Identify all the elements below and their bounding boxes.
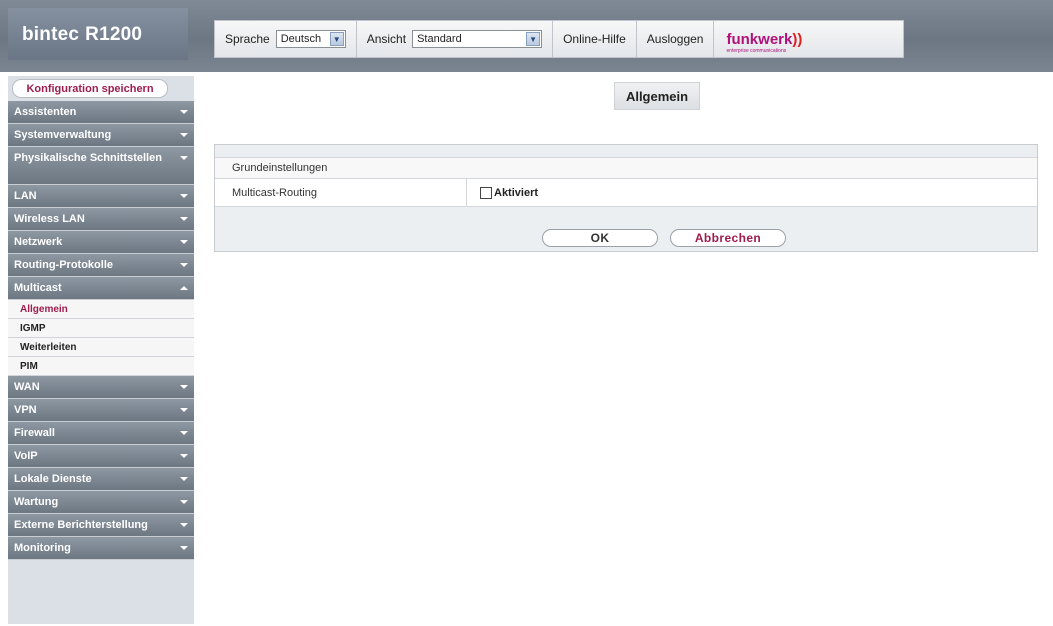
form-row-multicast-routing: Multicast-Routing Aktiviert [215,179,1037,207]
chevron-down-icon [180,194,188,198]
sidebar-item-netzwerk[interactable]: Netzwerk [8,231,194,254]
sidebar-item-systemverwaltung[interactable]: Systemverwaltung [8,124,194,147]
signal-waves-icon: )) [792,30,803,48]
chevron-down-icon [180,217,188,221]
chevron-down-icon [180,133,188,137]
chevron-down-icon [180,454,188,458]
sidebar-item-label: Systemverwaltung [14,129,112,141]
sidebar-item-label: Wireless LAN [14,213,85,225]
sidebar-item-monitoring[interactable]: Monitoring [8,537,194,560]
chevron-down-icon [180,263,188,267]
sidebar-item-label: Firewall [14,427,55,439]
language-label: Sprache [225,32,270,46]
sidebar-subitem-pim[interactable]: PIM [8,357,194,376]
sidebar-item-physikalische-schnittstellen[interactable]: Physikalische Schnittstellen [8,147,194,185]
chevron-down-icon [180,431,188,435]
view-select-value: Standard [417,33,462,45]
chevron-down-icon: ▼ [526,32,541,46]
sidebar-item-assistenten[interactable]: Assistenten [8,101,194,124]
chevron-down-icon [180,477,188,481]
form-button-row: OK Abbrechen [215,225,1037,251]
chevron-down-icon [180,546,188,550]
sidebar-item-label: Physikalische Schnittstellen [14,152,162,164]
sidebar-item-voip[interactable]: VoIP [8,445,194,468]
brand-name: bintec [22,24,80,45]
brand-area: bintec R1200 [8,8,188,60]
sidebar-item-label: Monitoring [14,542,71,554]
chevron-down-icon [180,523,188,527]
header: bintec R1200 Sprache Deutsch ▼ Ansicht St… [0,0,1053,72]
view-label: Ansicht [366,32,407,46]
sidebar-item-label: LAN [14,190,37,202]
sidebar-item-label: Assistenten [14,106,77,118]
sidebar-item-label: Lokale Dienste [14,473,92,485]
online-help-link[interactable]: Online-Hilfe [553,32,636,46]
chevron-down-icon: ▼ [329,32,344,46]
chevron-down-icon [180,110,188,114]
sidebar-item-vpn[interactable]: VPN [8,399,194,422]
cancel-button[interactable]: Abbrechen [670,229,786,247]
brand-title: bintec R1200 [22,24,142,46]
field-label: Multicast-Routing [232,186,317,199]
sidebar-item-label: VPN [14,404,37,416]
sidebar-item-wan[interactable]: WAN [8,376,194,399]
chevron-down-icon [180,156,188,160]
save-configuration-button[interactable]: Konfiguration speichern [12,79,168,98]
sidebar: Konfiguration speichern Assistenten Syst… [8,76,194,624]
chevron-down-icon [180,385,188,389]
sidebar-item-multicast[interactable]: Multicast [8,277,194,300]
checkbox-label[interactable]: Aktiviert [494,187,538,199]
language-select-value: Deutsch [280,33,322,45]
chevron-down-icon [180,408,188,412]
multicast-routing-checkbox[interactable] [480,186,492,199]
chevron-down-icon [180,240,188,244]
sidebar-item-lan[interactable]: LAN [8,185,194,208]
language-select[interactable]: Deutsch ▼ [275,30,346,48]
sidebar-subitem-weiterleiten[interactable]: Weiterleiten [8,338,194,357]
ok-button[interactable]: OK [542,229,658,247]
chevron-up-icon [180,286,188,290]
funkwerk-logo: funkwerk)) enterprise communications [726,30,803,54]
multicast-routing-control: Aktiviert [480,179,538,206]
sidebar-item-lokale-dienste[interactable]: Lokale Dienste [8,468,194,491]
toolbar-divider [713,20,715,58]
row-divider [466,179,467,206]
sidebar-item-label: WAN [14,381,40,393]
section-header: Grundeinstellungen [215,157,1037,179]
logo-tagline: enterprise communications [726,47,787,54]
sidebar-item-wartung[interactable]: Wartung [8,491,194,514]
sidebar-item-wireless-lan[interactable]: Wireless LAN [8,208,194,231]
sidebar-item-externe-berichterstellung[interactable]: Externe Berichterstellung [8,514,194,537]
logo-text: funkwerk [726,30,793,48]
brand-model: R1200 [85,24,143,45]
header-toolbar: Sprache Deutsch ▼ Ansicht Standard ▼ Onl… [214,20,904,58]
sidebar-subitem-igmp[interactable]: IGMP [8,319,194,338]
sidebar-item-label: Multicast [14,282,62,294]
chevron-down-icon [180,500,188,504]
sidebar-item-routing-protokolle[interactable]: Routing-Protokolle [8,254,194,277]
page-title: Allgemein [614,82,700,110]
view-select[interactable]: Standard ▼ [412,30,543,48]
sidebar-item-label: Netzwerk [14,236,63,248]
logout-link[interactable]: Ausloggen [637,32,714,46]
sidebar-item-label: Externe Berichterstellung [14,519,148,531]
sidebar-item-label: Routing-Protokolle [14,259,113,271]
settings-form: Grundeinstellungen Multicast-Routing Akt… [214,144,1038,252]
sidebar-item-firewall[interactable]: Firewall [8,422,194,445]
sidebar-item-label: VoIP [14,450,38,462]
save-button-wrap: Konfiguration speichern [8,76,194,101]
sidebar-subitem-allgemein[interactable]: Allgemein [8,300,194,319]
sidebar-item-label: Wartung [14,496,59,508]
